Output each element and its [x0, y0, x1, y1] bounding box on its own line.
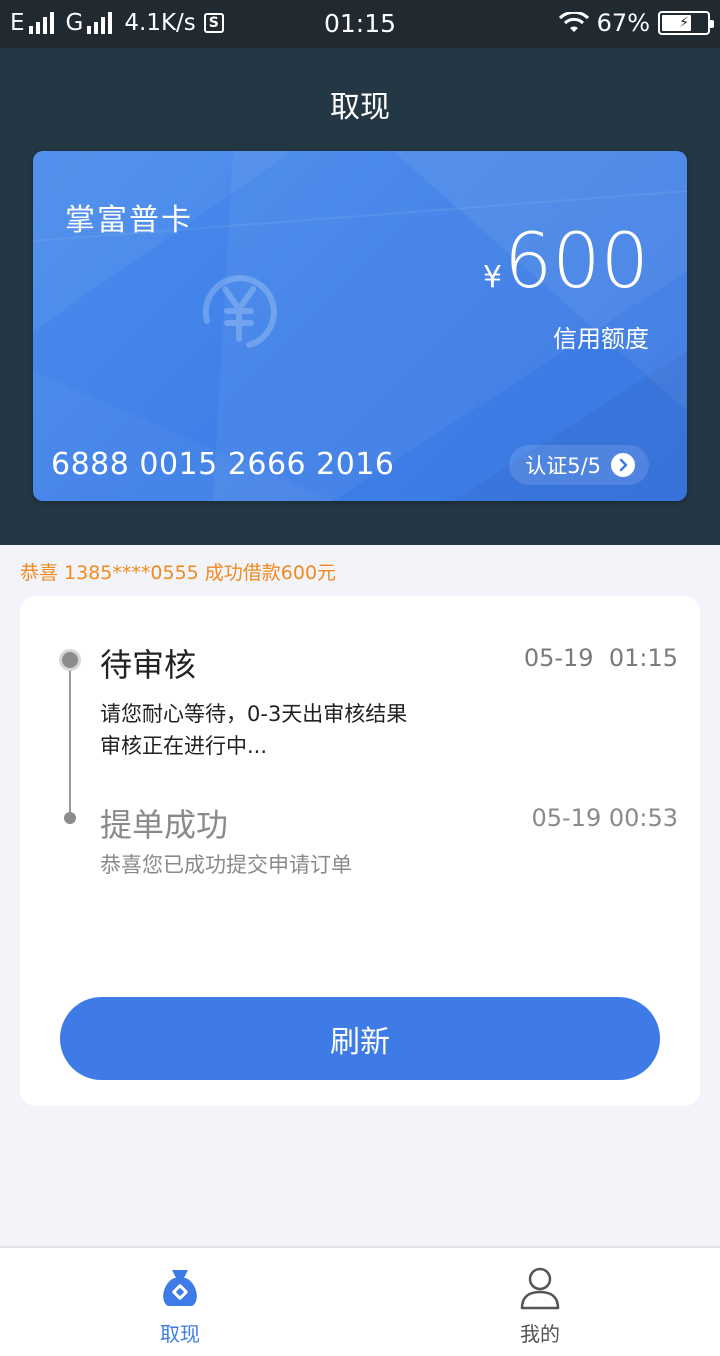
status-right: 67% ⚡ — [558, 9, 714, 37]
status-bar: E G 4.1K/s S 01:15 67% ⚡ — [0, 0, 720, 48]
step-time-submitted: 05-19 00:53 — [531, 804, 678, 832]
nav-item-mine[interactable]: 我的 — [360, 1248, 720, 1356]
credit-amount-value: 600 — [503, 216, 649, 305]
application-status-panel: 待审核 05-19 01:15 请您耐心等待，0-3天出审核结果 审核正在进行中… — [20, 596, 700, 1106]
step-desc-pending-review-1: 请您耐心等待，0-3天出审核结果 — [100, 702, 408, 726]
header: 取现 掌富普卡 ¥ 600 信用额度 6888 0015 2666 2016 认… — [0, 48, 720, 545]
step-desc-pending-review-2: 审核正在进行中... — [100, 734, 268, 758]
chevron-right-icon — [611, 453, 635, 477]
credit-limit-label: 信用额度 — [553, 325, 649, 353]
timeline-line — [69, 660, 71, 816]
credit-amount: ¥ 600 — [483, 221, 649, 301]
step-desc-submitted: 恭喜您已成功提交申请订单 — [100, 853, 352, 877]
credit-card: 掌富普卡 ¥ 600 信用额度 6888 0015 2666 2016 认证5/… — [33, 151, 687, 501]
timeline-dot-past — [64, 812, 76, 824]
card-name: 掌富普卡 — [65, 203, 193, 238]
verification-label: 认证5/5 — [525, 454, 601, 478]
nav-label-withdraw: 取现 — [160, 1322, 200, 1346]
card-number: 6888 0015 2666 2016 — [51, 447, 395, 482]
step-title-pending-review: 待审核 — [100, 646, 197, 684]
yen-coin-icon — [202, 275, 277, 348]
battery-icon: ⚡ — [658, 11, 714, 35]
step-time-pending-review: 05-19 01:15 — [523, 644, 678, 672]
timeline-dot-current — [59, 649, 81, 671]
loan-success-notice: 恭喜 1385****0555 成功借款600元 — [20, 562, 337, 584]
page-title: 取现 — [330, 90, 390, 125]
money-bag-icon — [163, 1270, 197, 1306]
bottom-nav: 取现 我的 — [0, 1246, 720, 1356]
nav-item-withdraw[interactable]: 取现 — [0, 1248, 360, 1356]
wifi-icon — [558, 12, 589, 32]
verification-button[interactable]: 认证5/5 — [509, 445, 649, 485]
user-icon — [520, 1267, 560, 1310]
refresh-button[interactable]: 刷新 — [60, 997, 660, 1080]
step-title-submitted: 提单成功 — [100, 806, 229, 844]
nav-label-mine: 我的 — [520, 1322, 560, 1346]
currency-symbol: ¥ — [482, 260, 502, 295]
battery-percent: 67% — [596, 9, 650, 37]
